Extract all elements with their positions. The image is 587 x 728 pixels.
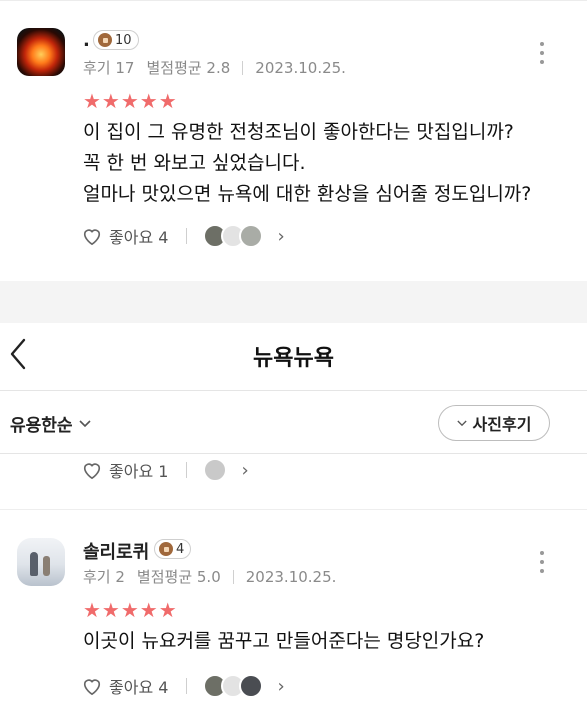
level-badge: 4	[154, 539, 192, 559]
page-title: 뉴욕뉴욕	[253, 346, 334, 371]
level-icon	[159, 542, 173, 556]
review-date: 2023.10.25.	[245, 567, 337, 586]
user-avatar[interactable]	[17, 28, 65, 76]
user-name[interactable]: .	[83, 30, 90, 51]
like-count[interactable]: 좋아요 4	[109, 674, 168, 698]
liker-avatar	[203, 458, 228, 482]
heart-icon[interactable]	[81, 460, 103, 480]
like-row: 좋아요 1 ›	[81, 458, 249, 482]
review-line: 얼마나 맛있으면 뉴욕에 대한 환상을 심어줄 정도입니까?	[83, 183, 532, 205]
sort-label: 유용한순	[10, 416, 73, 436]
chevron-right-icon[interactable]: ›	[277, 226, 284, 247]
like-row: 좋아요 4 ›	[81, 674, 285, 698]
review-line: 꼭 한 번 와보고 싶었습니다.	[83, 152, 306, 174]
review-text: 이 집이 그 유명한 전청조님이 좋아한다는 맛집입니까? 꼭 한 번 와보고 …	[83, 117, 531, 210]
heart-icon[interactable]	[81, 676, 103, 696]
like-row: 좋아요 4 ›	[81, 224, 285, 248]
photo-review-label: 사진후기	[472, 415, 532, 434]
level-number: 10	[115, 32, 132, 48]
photo-review-filter-button[interactable]: 사진후기	[438, 405, 550, 441]
top-divider	[0, 0, 587, 1]
review-meta: 후기 2 별점평균 5.0 2023.10.25.	[83, 566, 336, 587]
chevron-right-icon[interactable]: ›	[241, 460, 248, 481]
section-gap	[0, 281, 587, 323]
review-meta: 후기 17 별점평균 2.8 2023.10.25.	[83, 57, 346, 78]
more-options-icon[interactable]	[539, 551, 545, 573]
review-line: 이 집이 그 유명한 전청조님이 좋아한다는 맛집입니까?	[83, 121, 514, 143]
user-avatar[interactable]	[17, 538, 65, 586]
level-number: 4	[176, 541, 185, 557]
liker-avatars[interactable]	[203, 674, 264, 698]
liker-avatars[interactable]	[203, 458, 228, 482]
review-date: 2023.10.25.	[255, 58, 346, 77]
liker-avatar	[239, 674, 264, 698]
more-options-icon[interactable]	[539, 42, 545, 64]
level-badge: 10	[93, 30, 139, 50]
review-line: 이곳이 뉴요커를 꿈꾸고 만들어준다는 명당인가요?	[83, 630, 485, 652]
rating-average: 별점평균 5.0	[136, 568, 221, 586]
liker-avatars[interactable]	[203, 224, 264, 248]
rating-average: 별점평균 2.8	[146, 59, 231, 77]
liker-avatar	[239, 224, 264, 248]
meta-separator	[242, 60, 244, 75]
review-text: 이곳이 뉴요커를 꿈꾸고 만들어준다는 명당인가요?	[83, 626, 484, 657]
sort-dropdown[interactable]: 유용한순	[10, 411, 91, 436]
level-icon	[98, 33, 112, 47]
star-rating: ★★★★★	[83, 598, 178, 622]
user-name[interactable]: 솔리로퀴	[83, 538, 149, 564]
chevron-down-icon	[456, 420, 467, 426]
chevron-right-icon[interactable]: ›	[277, 676, 284, 697]
like-separator	[186, 678, 188, 694]
heart-icon[interactable]	[81, 226, 103, 246]
review-divider	[0, 509, 587, 510]
like-count[interactable]: 좋아요 1	[109, 458, 168, 482]
like-separator	[186, 228, 188, 244]
like-count[interactable]: 좋아요 4	[109, 224, 168, 248]
review-count: 후기 17	[83, 59, 135, 77]
meta-separator	[232, 569, 234, 584]
like-separator	[186, 462, 188, 478]
star-rating: ★★★★★	[83, 89, 178, 113]
chevron-down-icon	[78, 419, 91, 427]
review-count: 후기 2	[83, 568, 125, 586]
